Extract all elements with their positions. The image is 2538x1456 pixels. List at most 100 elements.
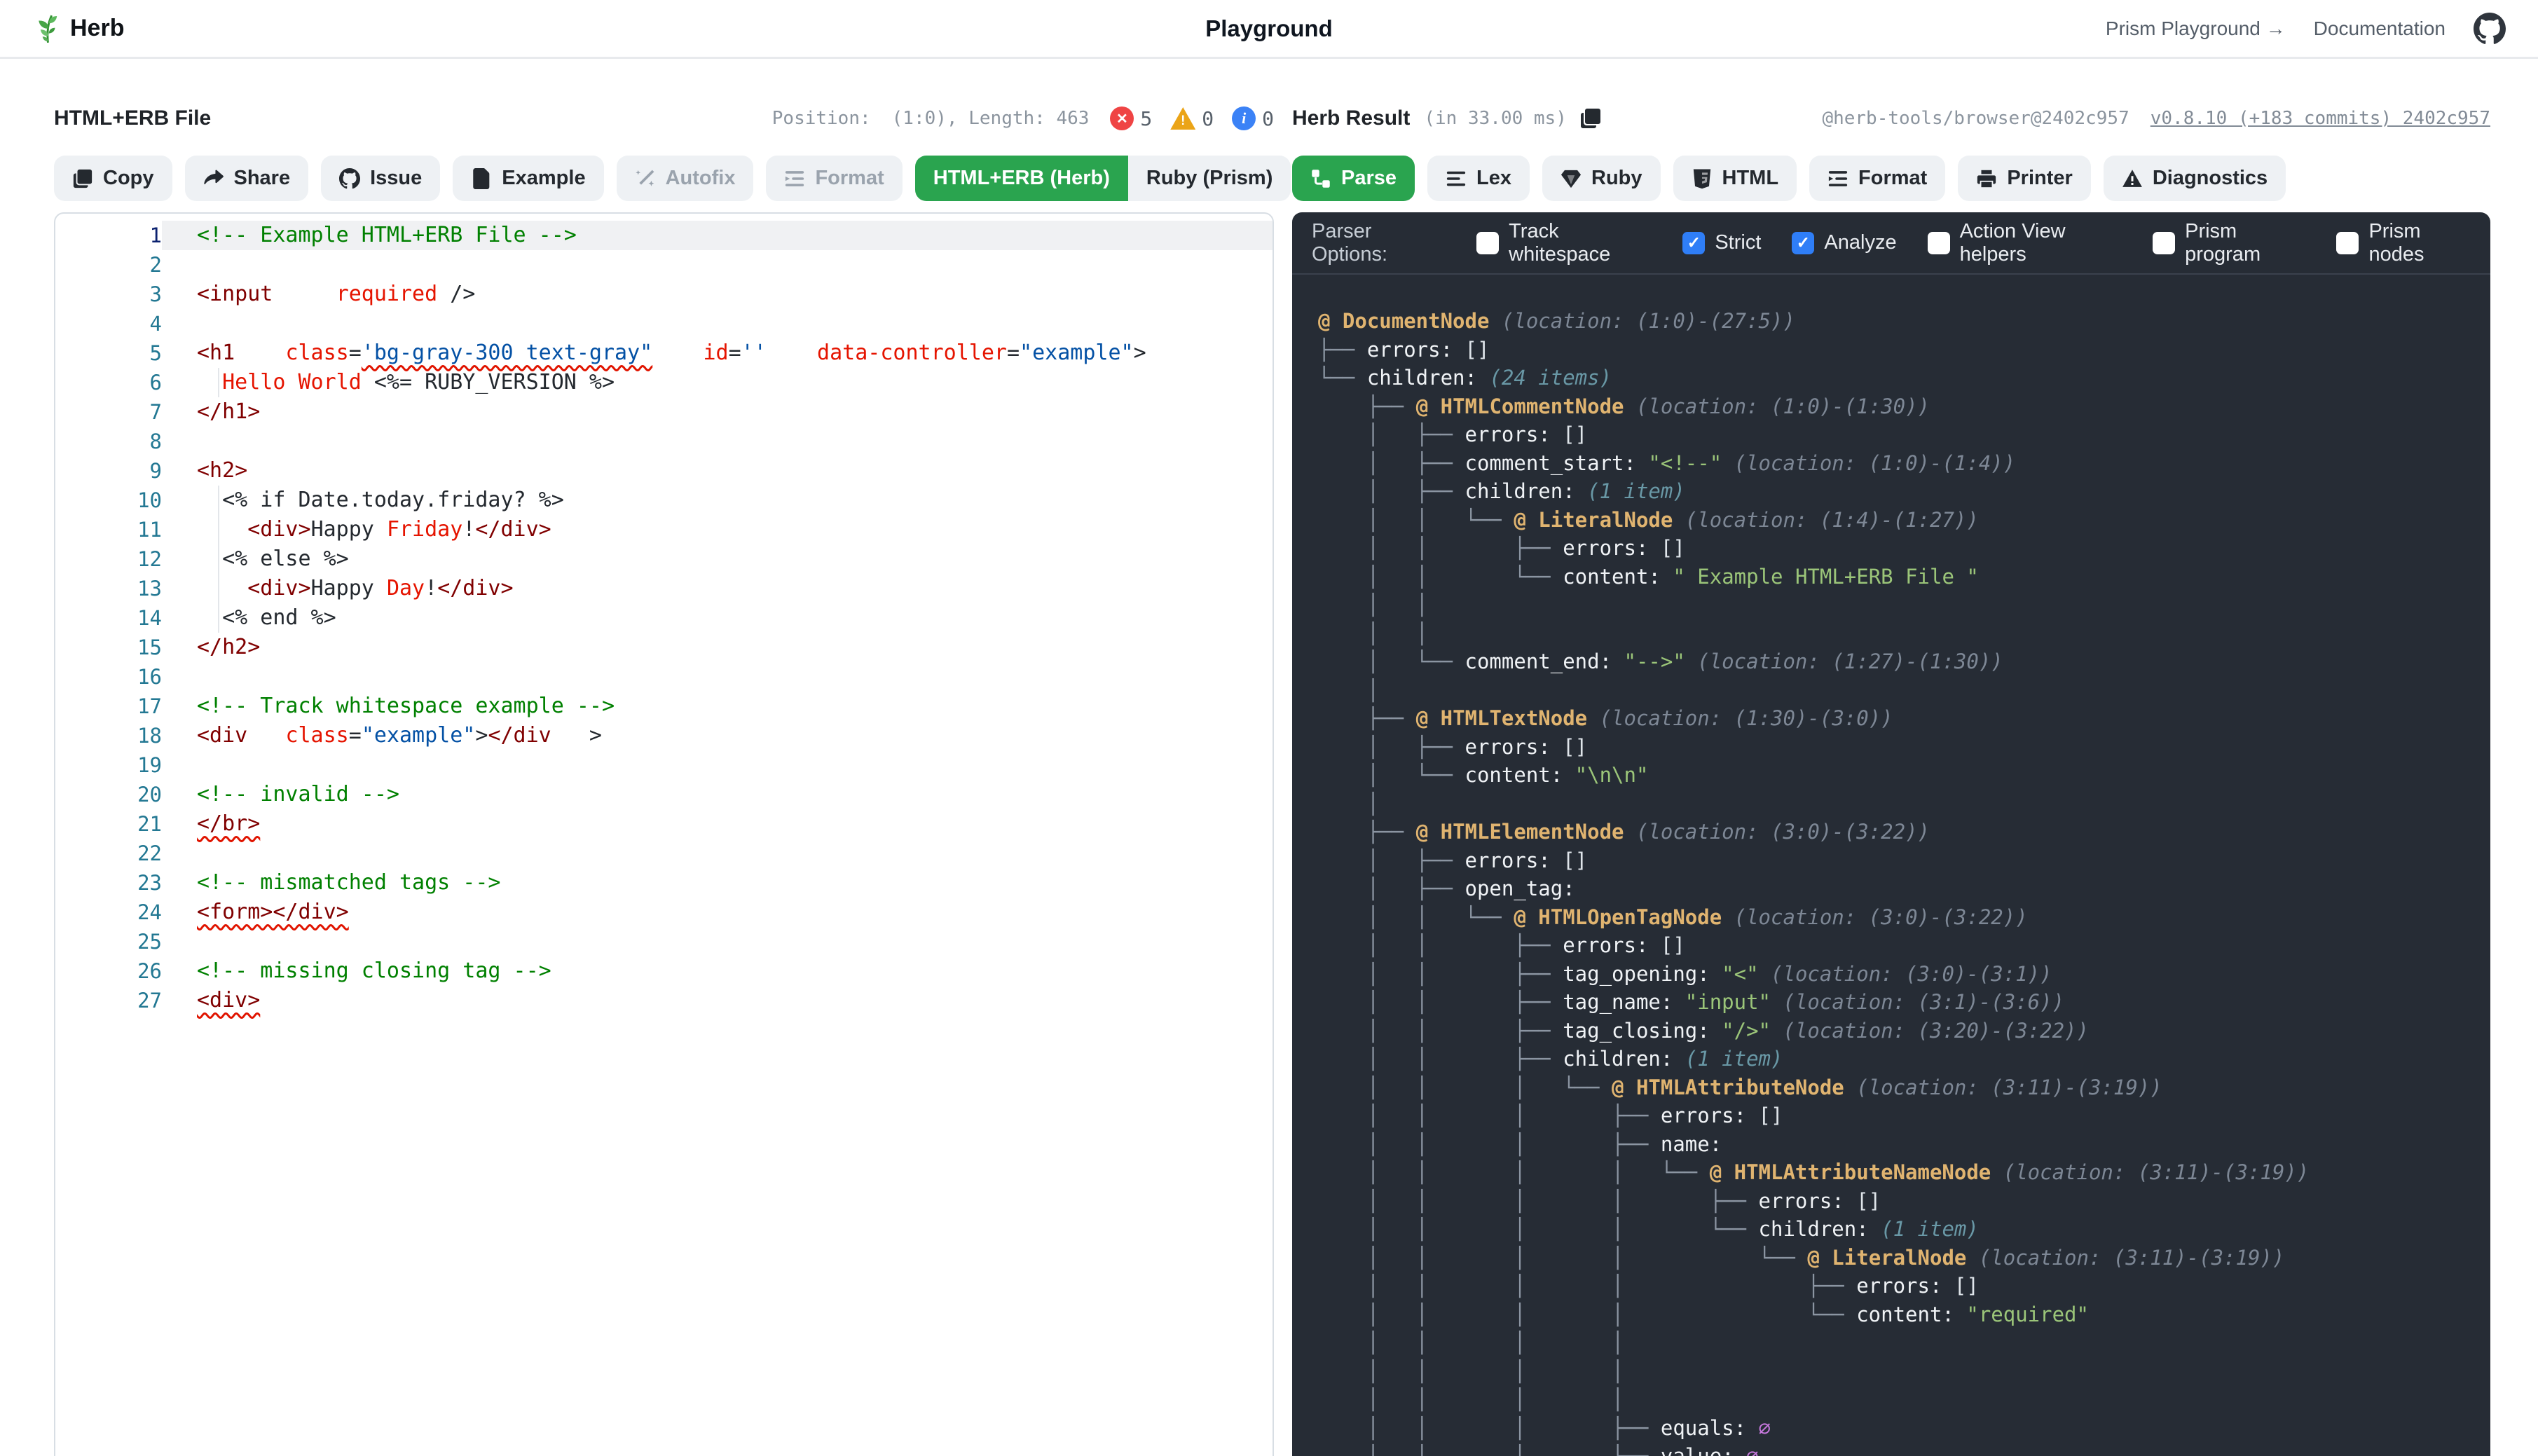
tree-token: │ │ │ │ ├── <box>1318 1189 1759 1213</box>
tree-token: "input" <box>1673 990 1771 1014</box>
tab-ruby-prism[interactable]: Ruby (Prism) <box>1128 156 1291 201</box>
checkbox-icon[interactable] <box>1476 232 1499 254</box>
checkbox-icon[interactable] <box>1928 232 1950 254</box>
format-result-button[interactable]: Format <box>1809 156 1945 201</box>
version-link[interactable]: v0.8.10 (+183 commits) 2402c957 <box>2151 108 2490 129</box>
lex-icon <box>1446 168 1467 189</box>
code-line: 12 <% else %> <box>55 544 1273 574</box>
line-content <box>162 662 1273 692</box>
code-line: 22 <box>55 839 1273 868</box>
copy-result-icon[interactable] <box>1579 107 1602 130</box>
code-token: id <box>703 341 728 365</box>
result-title: Herb Result <box>1292 107 1410 130</box>
code-editor[interactable]: 1<!-- Example HTML+ERB File -->23<input … <box>54 212 1274 1456</box>
copy-button[interactable]: Copy <box>54 156 172 201</box>
autofix-button[interactable]: Autofix <box>617 156 754 201</box>
tree-line: │ ├── errors: [] <box>1318 420 2469 449</box>
code-token: </div> <box>437 576 513 600</box>
documentation-link[interactable]: Documentation <box>2314 18 2446 40</box>
tree-line: │ └── comment_end: "-->" (location: (1:2… <box>1318 647 2469 676</box>
tree-token: errors: <box>1661 1104 1746 1127</box>
tree-line: │ │ │ │ └── @ HTMLAttributeNameNode (loc… <box>1318 1158 2469 1187</box>
code-line: 23<!-- mismatched tags --> <box>55 868 1273 898</box>
tree-line: │ <box>1318 790 2469 818</box>
tree-token: (24 items) <box>1477 366 1612 390</box>
code-token: </div <box>488 723 551 748</box>
file-icon <box>471 168 492 189</box>
option-action-view-helpers[interactable]: Action View helpers <box>1928 220 2122 266</box>
tab-ruby-prism-label: Ruby (Prism) <box>1146 167 1273 190</box>
line-content <box>162 427 1273 456</box>
position-label: Position: <box>772 108 871 129</box>
tree-token: │ │ │ │ └── <box>1318 1246 1807 1270</box>
herb-logo-icon <box>32 13 63 44</box>
tree-token: │ │ │ ├── <box>1318 1104 1661 1127</box>
line-number: 21 <box>55 809 162 839</box>
tree-line: ├── @ HTMLElementNode (location: (3:0)-(… <box>1318 818 2469 846</box>
tree-line: │ ├── open_tag: <box>1318 874 2469 903</box>
tree-line: │ │ └── @ LiteralNode (location: (1:4)-(… <box>1318 506 2469 535</box>
option-prism-nodes[interactable]: Prism nodes <box>2336 220 2471 266</box>
checkbox-icon[interactable] <box>1682 232 1705 254</box>
format-button[interactable]: Format <box>766 156 902 201</box>
checkbox-icon[interactable] <box>2153 232 2175 254</box>
option-prism-program[interactable]: Prism program <box>2153 220 2305 266</box>
option-track-whitespace[interactable]: Track whitespace <box>1476 220 1652 266</box>
code-token <box>652 341 703 365</box>
parse-button[interactable]: Parse <box>1292 156 1415 201</box>
tree-token: (location: (3:11)-(3:19)) <box>1966 1246 2284 1270</box>
issue-button[interactable]: Issue <box>321 156 440 201</box>
left-panel: HTML+ERB File Position: (1:0), Length: 4… <box>54 98 1274 1456</box>
code-token: <div> <box>247 517 310 542</box>
line-content: <% if Date.today.friday? %> <box>162 486 1273 515</box>
parser-options-list: Track whitespace Strict Analyze Action View… <box>1476 220 2471 266</box>
checkbox-icon[interactable] <box>1792 232 1814 254</box>
code-line: 14 <% end %> <box>55 603 1273 633</box>
code-token <box>197 370 222 394</box>
lex-button[interactable]: Lex <box>1427 156 1530 201</box>
ruby-button[interactable]: Ruby <box>1542 156 1661 201</box>
tree-token: │ │ │ └── <box>1318 1076 1612 1099</box>
tree-token: "/>" <box>1710 1019 1771 1043</box>
printer-button[interactable]: Printer <box>1958 156 2090 201</box>
parse-time: (in 33.00 ms) <box>1424 108 1567 129</box>
tab-html-erb-herb[interactable]: HTML+ERB (Herb) <box>915 156 1128 201</box>
prism-playground-link[interactable]: Prism Playground → <box>2106 18 2286 40</box>
code-line: 13 <div>Happy Day!</div> <box>55 574 1273 603</box>
checkbox-icon[interactable] <box>2336 232 2359 254</box>
line-content: <% end %> <box>162 603 1273 633</box>
lex-button-label: Lex <box>1476 167 1511 190</box>
tree-token: │ │ <box>1318 593 1428 617</box>
option-analyze[interactable]: Analyze <box>1792 231 1896 254</box>
code-token: = <box>349 723 362 748</box>
tree-line: ├── @ HTMLTextNode (location: (1:30)-(3:… <box>1318 704 2469 733</box>
share-button[interactable]: Share <box>185 156 309 201</box>
code-token: Happy <box>311 517 387 542</box>
tree-line: │ ├── errors: [] <box>1318 846 2469 875</box>
tree-line: │ │ <box>1318 619 2469 648</box>
code-line: 19 <box>55 750 1273 780</box>
line-content: <!-- Track whitespace example --> <box>162 692 1273 721</box>
tree-token: equals: <box>1661 1416 1746 1440</box>
tree-line: ├── errors: [] <box>1318 336 2469 364</box>
github-icon[interactable] <box>2474 13 2506 45</box>
tree-line: │ │ ├── tag_closing: "/>" (location: (3:… <box>1318 1017 2469 1045</box>
brand: Herb <box>32 13 124 44</box>
example-button[interactable]: Example <box>453 156 603 201</box>
code-line: 4 <box>55 309 1273 338</box>
line-content: <div>Happy Day!</div> <box>162 574 1273 603</box>
tree-token: │ │ │ └── <box>1318 1444 1661 1456</box>
diagnostics-button[interactable]: Diagnostics <box>2104 156 2286 201</box>
html-button[interactable]: HTML <box>1673 156 1797 201</box>
diagnostics-icon <box>2122 168 2143 189</box>
line-number: 11 <box>55 515 162 544</box>
code-token: Hello World <box>222 370 362 394</box>
line-content <box>162 250 1273 280</box>
info-count: 0 <box>1262 107 1274 130</box>
tree-line: │ │ │ │ └── children: (1 item) <box>1318 1215 2469 1244</box>
tree-token: └── <box>1318 366 1367 390</box>
tree-token: @ LiteralNode <box>1514 508 1673 532</box>
build-meta: @herb-tools/browser@2402c957 v0.8.10 (+1… <box>1822 108 2490 129</box>
option-strict[interactable]: Strict <box>1682 231 1761 254</box>
option-label: Prism program <box>2185 220 2305 266</box>
